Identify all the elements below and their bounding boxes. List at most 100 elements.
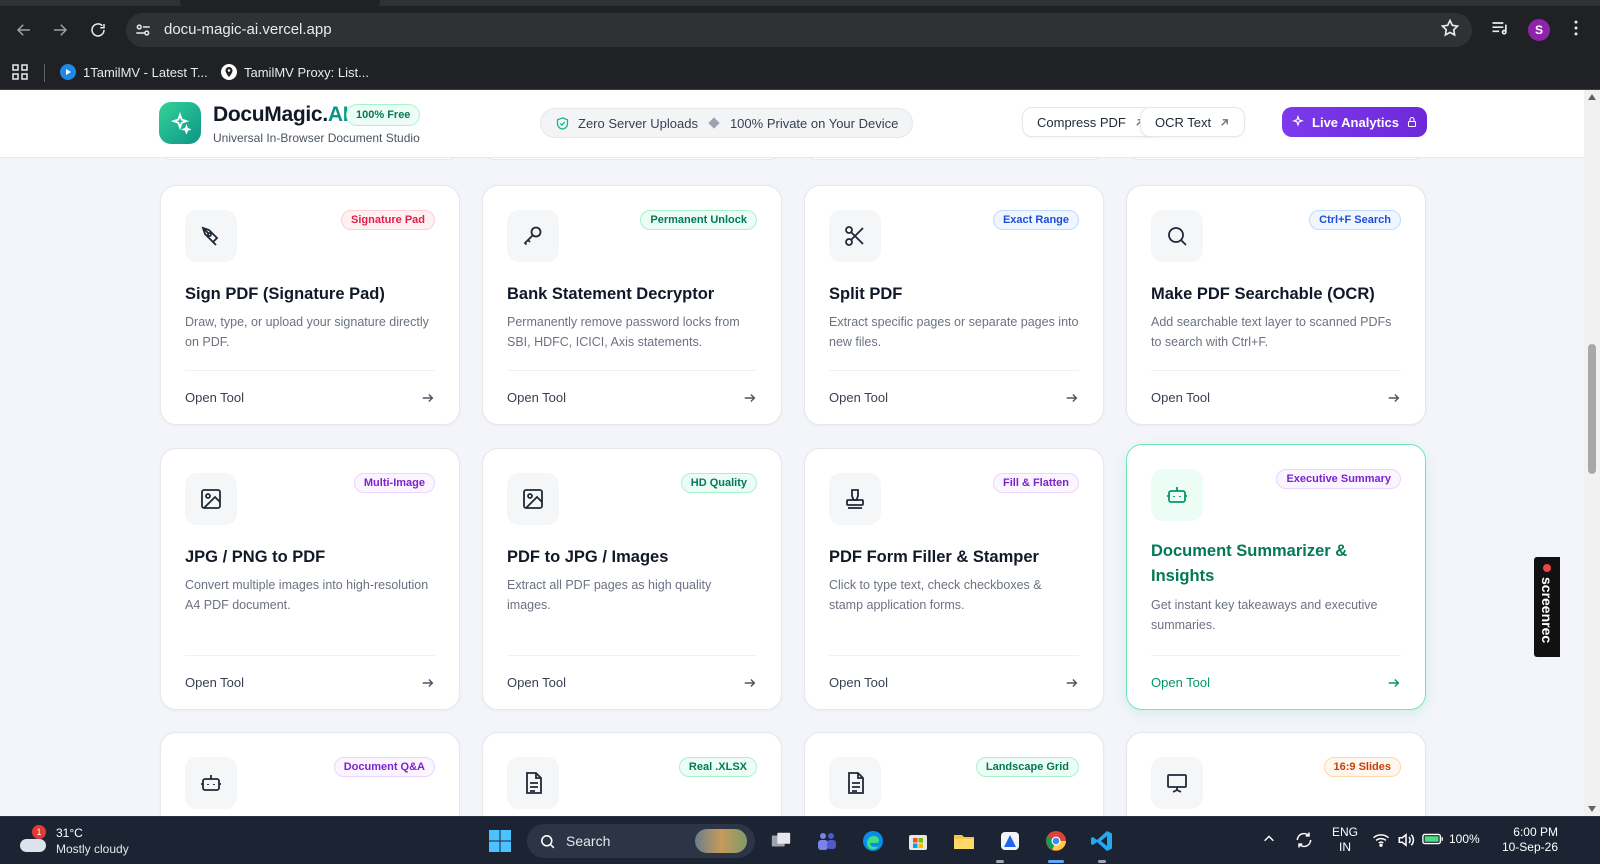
search-highlight-image: [695, 829, 747, 853]
vertical-scrollbar[interactable]: [1584, 90, 1600, 816]
chevron-up-icon[interactable]: [1262, 832, 1276, 849]
language-indicator[interactable]: ENG IN: [1332, 825, 1358, 855]
taskbar-search[interactable]: Search: [527, 824, 755, 858]
card-description: Convert multiple images into high-resolu…: [185, 578, 429, 612]
scroll-thumb[interactable]: [1588, 344, 1596, 474]
open-tool-link[interactable]: Open Tool: [829, 370, 1079, 424]
open-tool-link[interactable]: Open Tool: [185, 655, 435, 709]
microsoft-store-icon[interactable]: [902, 825, 934, 857]
card-tag: Landscape Grid: [975, 757, 1079, 777]
card-tag: Ctrl+F Search: [1309, 210, 1401, 230]
brand-main: DocuMagic.: [213, 103, 328, 126]
ocr-text-button[interactable]: OCR Text: [1140, 107, 1246, 137]
tool-card-pdf-to-jpg[interactable]: HD Quality PDF to JPG / Images Extract a…: [482, 448, 782, 710]
wifi-icon[interactable]: [1372, 832, 1390, 851]
card-tag: Permanent Unlock: [640, 210, 757, 230]
apps-grid-icon[interactable]: [12, 64, 28, 80]
file-text-icon: [829, 757, 881, 809]
card-title: PDF to JPG / Images: [507, 548, 669, 566]
open-tool-label: Open Tool: [829, 675, 889, 690]
search-label: Search: [566, 833, 611, 849]
tool-card-split-pdf[interactable]: Exact Range Split PDF Extract specific p…: [804, 185, 1104, 425]
cloud-icon: 1: [18, 825, 48, 855]
back-icon[interactable]: [12, 18, 36, 42]
tool-card-landscape[interactable]: Landscape Grid: [804, 732, 1104, 816]
card-description: Click to type text, check checkboxes & s…: [829, 578, 1042, 612]
presentation-icon: [1151, 757, 1203, 809]
open-tool-link[interactable]: Open Tool: [1151, 655, 1401, 709]
bookmark-1tamilmv[interactable]: 1TamilMV - Latest T...: [60, 64, 208, 80]
tool-card-sign-pdf[interactable]: Signature Pad Sign PDF (Signature Pad) D…: [160, 185, 460, 425]
open-tool-link[interactable]: Open Tool: [185, 370, 435, 424]
bot-icon: [1151, 469, 1203, 521]
scroll-up-icon[interactable]: [1588, 94, 1596, 100]
sync-icon[interactable]: [1294, 830, 1314, 853]
open-tool-label: Open Tool: [829, 390, 889, 405]
card-title: PDF Form Filler & Stamper: [829, 548, 1039, 566]
arrow-right-icon: [422, 393, 434, 402]
card-title: Sign PDF (Signature Pad): [185, 285, 385, 303]
tool-card-bank-decryptor[interactable]: Permanent Unlock Bank Statement Decrypto…: [482, 185, 782, 425]
forward-icon[interactable]: [48, 18, 72, 42]
tool-card-slides[interactable]: 16:9 Slides: [1126, 732, 1426, 816]
windows-start-icon[interactable]: [484, 825, 516, 857]
card-title: Make PDF Searchable (OCR): [1151, 285, 1375, 303]
open-tool-link[interactable]: Open Tool: [507, 655, 757, 709]
open-tool-link[interactable]: Open Tool: [1151, 370, 1401, 424]
bookmark-tamilmv-proxy[interactable]: TamilMV Proxy: List...: [221, 64, 369, 80]
tool-card-excel[interactable]: Real .XLSX: [482, 732, 782, 816]
card-description: Get instant key takeaways and executive …: [1151, 598, 1378, 632]
card-tag: HD Quality: [680, 473, 757, 493]
open-tool-link[interactable]: Open Tool: [507, 370, 757, 424]
edge-icon[interactable]: [857, 825, 889, 857]
teams-icon[interactable]: [811, 825, 843, 857]
live-analytics-button[interactable]: Live Analytics: [1282, 107, 1427, 137]
weather-widget[interactable]: 1 31°C Mostly cloudy: [18, 825, 129, 857]
clock[interactable]: 6:00 PM 10-Sep-26: [1492, 825, 1558, 855]
image-icon: [507, 473, 559, 525]
task-view-icon[interactable]: [765, 825, 797, 857]
tool-card-summarizer[interactable]: Executive Summary Document Summarizer & …: [1126, 444, 1426, 710]
battery-indicator[interactable]: 100%: [1422, 832, 1480, 846]
tool-card-jpg-to-pdf[interactable]: Multi-Image JPG / PNG to PDF Convert mul…: [160, 448, 460, 710]
sparkle-logo-icon[interactable]: [159, 102, 201, 144]
more-menu-icon[interactable]: [1566, 18, 1590, 42]
card-title: Document Summarizer & Insights: [1151, 542, 1348, 585]
live-analytics-label: Live Analytics: [1312, 114, 1399, 130]
screenrec-widget[interactable]: screenrec: [1534, 557, 1560, 657]
language-label: ENG: [1332, 825, 1359, 839]
open-tool-link[interactable]: Open Tool: [829, 655, 1079, 709]
reload-icon[interactable]: [86, 18, 110, 42]
file-explorer-icon[interactable]: [948, 825, 980, 857]
scroll-down-icon[interactable]: [1588, 806, 1596, 812]
weather-temp: 31°C: [56, 826, 83, 840]
open-tool-label: Open Tool: [185, 675, 245, 690]
page-viewport: DocuMagic.AI 100% Free Universal In-Brow…: [0, 90, 1584, 816]
tool-card-document-qa[interactable]: Document Q&A: [160, 732, 460, 816]
site-settings-icon[interactable]: [134, 21, 152, 39]
card-tag: Signature Pad: [341, 210, 435, 230]
vscode-icon[interactable]: [1086, 825, 1118, 857]
tool-card-form-filler[interactable]: Fill & Flatten PDF Form Filler & Stamper…: [804, 448, 1104, 710]
volume-icon[interactable]: [1397, 832, 1415, 851]
key-icon: [507, 210, 559, 262]
app-launcher-icon[interactable]: [994, 825, 1026, 857]
battery-icon: [1422, 833, 1443, 845]
chrome-icon[interactable]: [1040, 825, 1072, 857]
weather-alert-badge: 1: [32, 825, 46, 839]
bookmark-star-icon[interactable]: [1440, 18, 1464, 42]
tool-card-ocr[interactable]: Ctrl+F Search Make PDF Searchable (OCR) …: [1126, 185, 1426, 425]
brand-name[interactable]: DocuMagic.AI: [213, 103, 349, 127]
profile-avatar[interactable]: S: [1528, 19, 1550, 41]
play-icon: [60, 64, 76, 80]
arrow-right-icon: [1066, 678, 1078, 687]
media-controls-icon[interactable]: [1490, 18, 1514, 42]
running-indicator: [996, 860, 1004, 863]
arrow-right-icon: [1066, 393, 1078, 402]
diamond-separator-icon: [708, 117, 720, 129]
windows-taskbar: 1 31°C Mostly cloudy Search ENG IN 100% …: [0, 816, 1600, 864]
battery-percent: 100%: [1449, 832, 1480, 846]
lock-icon: [1407, 116, 1417, 128]
clock-date: 10-Sep-26: [1501, 840, 1558, 854]
url-text[interactable]: docu-magic-ai.vercel.app: [164, 21, 332, 38]
